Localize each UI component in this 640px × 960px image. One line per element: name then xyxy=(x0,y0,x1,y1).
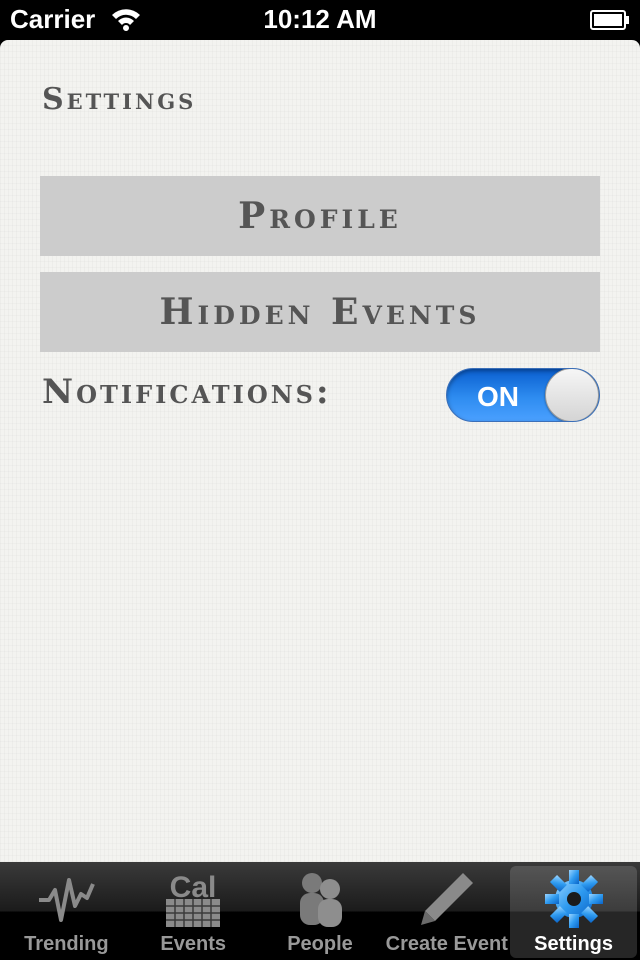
page-title: Settings xyxy=(42,82,197,117)
notifications-label: Notifications: xyxy=(42,372,332,412)
toggle-state-text: ON xyxy=(477,381,519,412)
trending-icon xyxy=(34,868,98,930)
tab-bar: Trending Cal Events People Create Event … xyxy=(0,862,640,960)
people-icon xyxy=(288,868,352,930)
tab-events[interactable]: Cal Events xyxy=(130,866,257,958)
tab-label: Events xyxy=(160,933,226,955)
tab-label: Trending xyxy=(24,933,109,955)
calendar-icon: Cal xyxy=(161,868,225,930)
battery-icon xyxy=(590,10,629,30)
profile-button[interactable]: Profile xyxy=(40,176,600,256)
hidden-events-button[interactable]: Hidden Events xyxy=(40,272,600,352)
status-bar: Carrier 10:12 AM xyxy=(0,0,640,40)
clock: 10:12 AM xyxy=(263,4,377,34)
gear-icon xyxy=(542,868,606,930)
tab-trending[interactable]: Trending xyxy=(3,866,130,958)
tab-label: People xyxy=(287,933,353,955)
tab-label: Create Event xyxy=(385,933,508,955)
toggle-knob[interactable] xyxy=(545,369,599,421)
notifications-toggle[interactable]: ON xyxy=(446,368,600,422)
tab-label: Settings xyxy=(534,933,614,955)
tab-settings[interactable]: Settings xyxy=(510,866,637,958)
calendar-icon-text: Cal xyxy=(170,871,217,904)
pencil-icon xyxy=(415,868,479,930)
tab-create-event[interactable]: Create Event xyxy=(383,866,510,958)
settings-content: Settings Profile Hidden Events Notificat… xyxy=(0,40,640,862)
tab-people[interactable]: People xyxy=(257,866,384,958)
